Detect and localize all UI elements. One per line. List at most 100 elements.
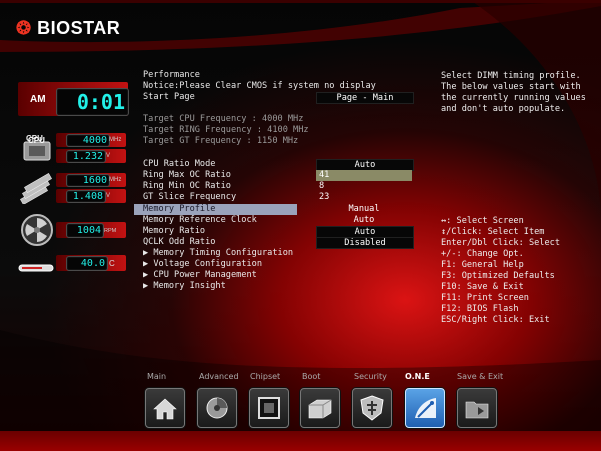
key-legend: ↔: Select Screen ↕/Click: Select Item Ente… bbox=[441, 216, 596, 326]
setting-value[interactable]: Manual bbox=[316, 204, 412, 215]
security-shield-icon bbox=[360, 395, 384, 421]
setting-row[interactable]: Memory Reference Clock Auto bbox=[143, 215, 423, 226]
cpu-voltage-readout: 1.232 bbox=[66, 150, 106, 163]
setting-row[interactable]: Ring Min OC Ratio 8 bbox=[143, 181, 423, 192]
fan-rpm-readout: 1004 bbox=[66, 223, 104, 238]
tab-main[interactable]: Main bbox=[147, 372, 166, 381]
setting-label: ▶ CPU Power Management bbox=[143, 270, 257, 280]
memory-frequency-unit: MHz bbox=[109, 177, 122, 183]
clock-time: 0:01 bbox=[56, 88, 129, 116]
cpu-label: CPU bbox=[28, 136, 45, 145]
setting-value[interactable]: 8 bbox=[316, 181, 415, 192]
setting-label: Target RING Frequency : 4100 MHz bbox=[143, 125, 309, 135]
fan-icon bbox=[20, 213, 54, 247]
setting-row[interactable]: ▶ Memory Timing Configuration bbox=[143, 248, 423, 259]
setting-label: Ring Max OC Ratio bbox=[143, 170, 231, 180]
tab-button-advanced[interactable] bbox=[197, 388, 237, 428]
setting-row[interactable]: GT Slice Frequency 23 bbox=[143, 192, 423, 203]
setting-label: GT Slice Frequency bbox=[143, 192, 237, 202]
setting-label: CPU Ratio Mode bbox=[143, 159, 216, 169]
setting-row[interactable]: ▶ Memory Insight bbox=[143, 281, 423, 292]
key-legend-line: Enter/Dbl Click: Select bbox=[441, 238, 560, 248]
setting-row: Target RING Frequency : 4100 MHz bbox=[143, 125, 423, 136]
tab-button-save-exit[interactable] bbox=[457, 388, 497, 428]
key-legend-line: ESC/Right Click: Exit bbox=[441, 315, 550, 325]
bottom-bar bbox=[0, 431, 601, 451]
tab-chipset[interactable]: Chipset bbox=[250, 372, 280, 381]
setting-row: Target CPU Frequency : 4000 MHz bbox=[143, 114, 423, 125]
key-legend-line: F11: Print Screen bbox=[441, 293, 529, 303]
setting-label: ▶ Memory Timing Configuration bbox=[143, 248, 294, 258]
biostar-logo: ❂ BIOSTAR bbox=[16, 18, 121, 38]
setting-row[interactable]: ▶ Voltage Configuration bbox=[143, 259, 423, 270]
key-legend-line: F3: Optimized Defaults bbox=[441, 271, 555, 281]
setting-row[interactable]: QCLK Odd Ratio Disabled bbox=[143, 237, 423, 249]
key-legend-line: +/-: Change Opt. bbox=[441, 249, 524, 259]
advanced-icon bbox=[206, 397, 228, 419]
brand-name: BIOSTAR bbox=[37, 18, 121, 38]
tab-button-o-n-e[interactable] bbox=[405, 388, 445, 428]
temperature-unit: C bbox=[109, 259, 115, 268]
setting-label: ▶ Memory Insight bbox=[143, 281, 226, 291]
setting-label: Notice:Please Clear CMOS if system no di… bbox=[143, 81, 376, 91]
fan-rpm-unit: RPM bbox=[104, 228, 117, 234]
setting-row[interactable]: Ring Max OC Ratio 41 bbox=[143, 170, 423, 181]
clock-ampm: AM bbox=[30, 94, 46, 105]
bottom-tab-bar: Main Advanced Chipset Boot Security O.N.E Save… bbox=[140, 372, 580, 384]
help-line: The below values start with bbox=[441, 82, 581, 92]
setting-row: Target GT Frequency : 1150 MHz bbox=[143, 136, 423, 147]
memory-voltage-readout: 1.408 bbox=[66, 190, 106, 203]
setting-label: Memory Reference Clock bbox=[143, 215, 257, 225]
cpu-frequency-readout: 4000 bbox=[66, 134, 110, 147]
tab-o-n-e[interactable]: O.N.E bbox=[405, 372, 430, 381]
setting-label: QCLK Odd Ratio bbox=[143, 237, 216, 247]
setting-value[interactable]: Auto bbox=[316, 215, 412, 226]
cpu-voltage-unit: V bbox=[106, 153, 111, 159]
thermometer-icon bbox=[18, 258, 54, 272]
setting-label: Memory Ratio bbox=[143, 226, 206, 236]
home-icon bbox=[153, 398, 177, 420]
setting-row: Performance bbox=[143, 70, 423, 81]
save-exit-icon bbox=[465, 401, 489, 419]
cpu-frequency-unit: MHz bbox=[109, 137, 122, 143]
help-panel: Select DIMM timing profile. The below val… bbox=[441, 71, 591, 115]
setting-value[interactable]: Page - Main bbox=[316, 92, 414, 104]
tab-boot[interactable]: Boot bbox=[302, 372, 320, 381]
setting-label: Performance bbox=[143, 70, 200, 80]
key-legend-line: F10: Save & Exit bbox=[441, 282, 524, 292]
boot-drive-icon bbox=[308, 399, 332, 419]
tab-button-main[interactable] bbox=[145, 388, 185, 428]
memory-frequency-readout: 1600 bbox=[66, 174, 110, 187]
setting-label: Start Page bbox=[143, 92, 195, 102]
tab-save-exit[interactable]: Save & Exit bbox=[457, 372, 503, 381]
memory-module-icon bbox=[18, 172, 54, 205]
tab-button-chipset[interactable] bbox=[249, 388, 289, 428]
setting-row[interactable]: Start Page Page - Main bbox=[143, 92, 423, 104]
help-line: and don't auto populate. bbox=[441, 104, 566, 114]
memory-voltage-unit: V bbox=[106, 193, 111, 199]
setting-row[interactable]: CPU Ratio Mode Auto bbox=[143, 159, 423, 171]
setting-row: Notice:Please Clear CMOS if system no di… bbox=[143, 81, 423, 92]
setting-value[interactable]: 23 bbox=[316, 192, 415, 203]
setting-label: ▶ Voltage Configuration bbox=[143, 259, 262, 269]
help-line: the currently running values bbox=[441, 93, 586, 103]
tab-advanced[interactable]: Advanced bbox=[199, 372, 239, 381]
setting-row[interactable]: Memory Profile Manual bbox=[134, 204, 380, 215]
tab-button-boot[interactable] bbox=[300, 388, 340, 428]
setting-row[interactable]: ▶ CPU Power Management bbox=[143, 270, 423, 281]
one-overclock-icon bbox=[415, 398, 436, 418]
key-legend-line: ↔: Select Screen bbox=[441, 216, 524, 226]
key-legend-line: F1: General Help bbox=[441, 260, 524, 270]
setting-label: Ring Min OC Ratio bbox=[143, 181, 231, 191]
setting-label: Target GT Frequency : 1150 MHz bbox=[143, 136, 299, 146]
key-legend-line: ↕/Click: Select Item bbox=[441, 227, 545, 237]
setting-value[interactable]: 41 bbox=[316, 170, 412, 181]
tab-button-security[interactable] bbox=[352, 388, 392, 428]
chipset-icon bbox=[258, 397, 280, 419]
key-legend-line: F12: BIOS Flash bbox=[441, 304, 519, 314]
tab-security[interactable]: Security bbox=[354, 372, 387, 381]
setting-row[interactable]: Memory Ratio Auto bbox=[143, 226, 423, 238]
setting-label: Target CPU Frequency : 4000 MHz bbox=[143, 114, 304, 124]
setting-label: Memory Profile bbox=[143, 204, 216, 214]
temperature-readout: 40.0 bbox=[66, 256, 108, 271]
